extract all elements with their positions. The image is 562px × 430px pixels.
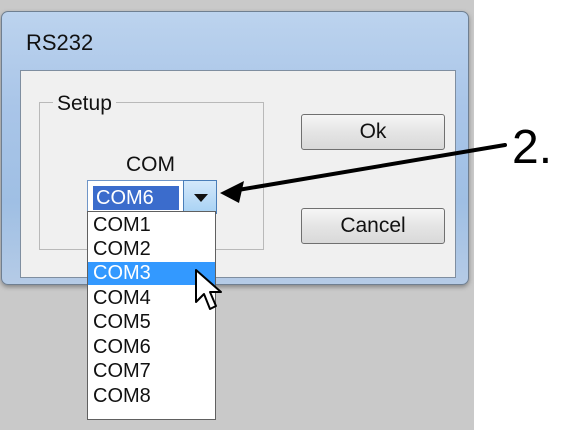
com-port-dropdown-list[interactable]: COM1 COM2 COM3 COM4 COM5 COM6 COM7 COM8 — [87, 211, 216, 420]
com-port-combobox[interactable]: COM6 — [87, 180, 217, 214]
setup-group-label: Setup — [53, 92, 116, 116]
dialog-client-area: Setup COM COM6 Ok Cancel — [20, 70, 456, 278]
selected-com-port: COM6 — [93, 186, 179, 210]
dropdown-option-com4[interactable]: COM4 — [88, 287, 215, 310]
annotation-margin — [474, 0, 562, 430]
dropdown-option-com8[interactable]: COM8 — [88, 385, 215, 408]
dropdown-option-com3[interactable]: COM3 — [88, 262, 215, 285]
window-title: RS232 — [26, 30, 94, 55]
cancel-button[interactable]: Cancel — [301, 208, 445, 244]
com-label: COM — [126, 153, 175, 176]
dropdown-option-com7[interactable]: COM7 — [88, 360, 215, 383]
dropdown-option-com5[interactable]: COM5 — [88, 311, 215, 334]
ok-button[interactable]: Ok — [301, 114, 445, 150]
dropdown-option-com6[interactable]: COM6 — [88, 336, 215, 359]
dropdown-option-com2[interactable]: COM2 — [88, 238, 215, 261]
rs232-dialog: RS232 Setup COM COM6 Ok Cancel — [1, 11, 469, 285]
dropdown-option-com1[interactable]: COM1 — [88, 214, 215, 237]
chevron-down-icon[interactable] — [183, 180, 217, 214]
